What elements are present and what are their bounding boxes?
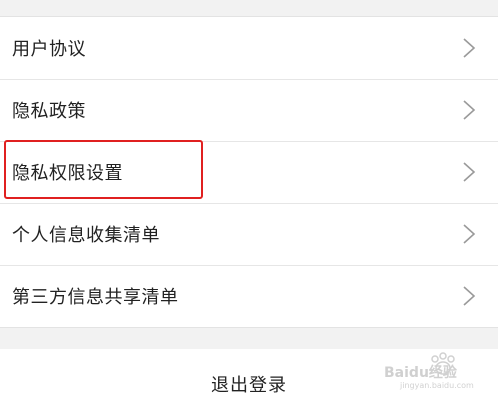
chevron-right-icon (462, 285, 476, 307)
baidu-jingyan-watermark: Baidu经验 jingyan.baidu.com (380, 351, 490, 395)
menu-item-user-agreement[interactable]: 用户协议 (0, 17, 498, 79)
top-spacer (0, 0, 498, 16)
chevron-right-icon (462, 161, 476, 183)
menu-item-privacy-permission-settings[interactable]: 隐私权限设置 (0, 141, 498, 203)
menu-item-label: 隐私政策 (12, 101, 86, 122)
chevron-right-icon (462, 37, 476, 59)
section-spacer (0, 328, 498, 349)
menu-item-label: 第三方信息共享清单 (12, 287, 179, 308)
menu-item-personal-info-collection-list[interactable]: 个人信息收集清单 (0, 203, 498, 265)
menu-item-label: 用户协议 (12, 39, 86, 60)
menu-item-label: 个人信息收集清单 (12, 225, 160, 246)
logout-label: 退出登录 (211, 375, 287, 396)
menu-item-privacy-policy[interactable]: 隐私政策 (0, 79, 498, 141)
watermark-url-text: jingyan.baidu.com (399, 381, 474, 390)
menu-item-label: 隐私权限设置 (12, 163, 123, 184)
chevron-right-icon (462, 99, 476, 121)
settings-menu-list: 用户协议 隐私政策 隐私权限设置 个人信息收集清单 第三方信息共享清单 (0, 16, 498, 328)
chevron-right-icon (462, 223, 476, 245)
menu-item-third-party-info-sharing-list[interactable]: 第三方信息共享清单 (0, 265, 498, 327)
watermark-brand-text: Baidu经验 (384, 364, 458, 381)
